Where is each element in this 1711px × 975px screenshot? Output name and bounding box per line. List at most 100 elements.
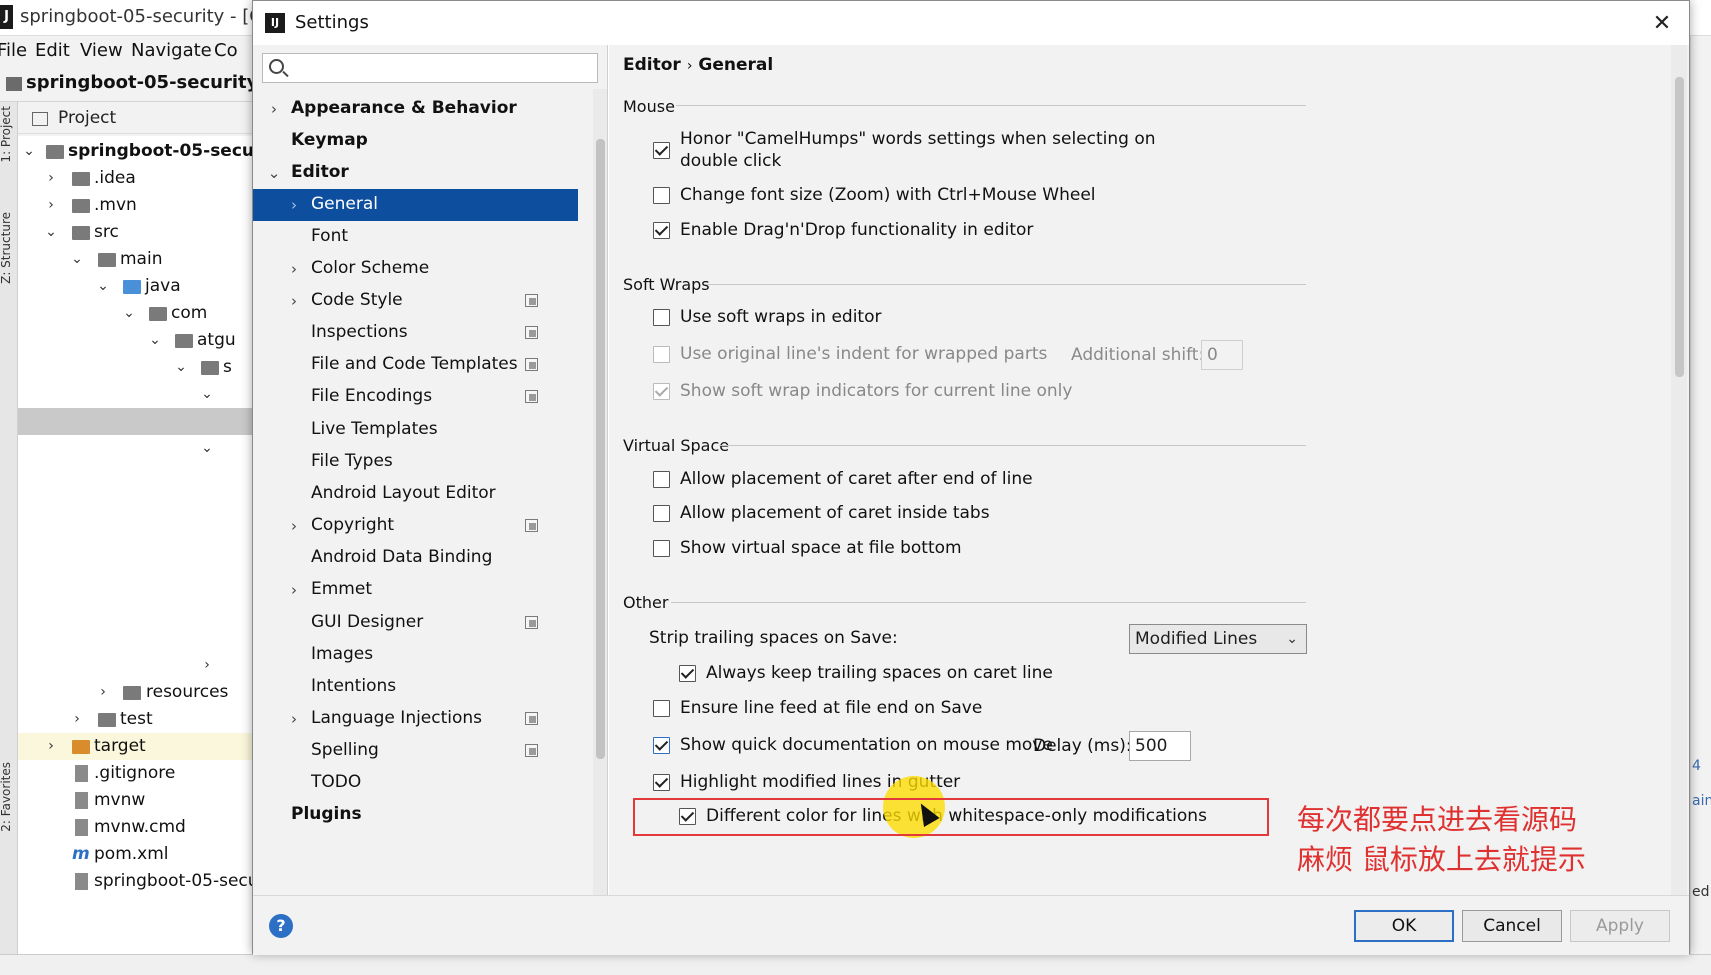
tree-row-collapsed-3[interactable]: › [18, 652, 260, 679]
content-scrollbar[interactable] [1671, 45, 1687, 895]
tree-item-intentions[interactable]: Intentions [253, 671, 593, 703]
delay-field[interactable]: 500 [1129, 731, 1191, 761]
tree-row-mvnw-cmd[interactable]: mvnw.cmd [18, 814, 260, 841]
tree-item-live-templates[interactable]: Live Templates [253, 414, 593, 446]
edge-text-1: 4 [1692, 758, 1701, 774]
chevron-right-icon: › [271, 100, 277, 118]
cancel-button[interactable]: Cancel [1462, 910, 1562, 942]
tree-row-iml[interactable]: springboot-05-security.iml [18, 868, 260, 895]
tab-project[interactable]: 1: Project [0, 106, 19, 163]
checkbox-icon[interactable] [653, 774, 670, 791]
project-settings-icon [525, 358, 538, 371]
tree-item-font[interactable]: Font [253, 221, 593, 253]
tree-item-file-encodings[interactable]: File Encodings [253, 381, 593, 413]
checkbox-icon[interactable] [653, 700, 670, 717]
menu-file[interactable]: File [0, 40, 27, 61]
tree-item-gui-designer[interactable]: GUI Designer [253, 607, 593, 639]
checkbox-icon[interactable] [653, 505, 670, 522]
tree-item-images[interactable]: Images [253, 639, 593, 671]
tree-row-pom[interactable]: m pom.xml [18, 841, 260, 868]
menu-navigate[interactable]: Navigate [131, 40, 212, 61]
help-button[interactable]: ? [269, 914, 293, 938]
menu-view[interactable]: View [80, 40, 123, 61]
tree-item-keymap[interactable]: Keymap [253, 125, 593, 157]
tree-row-test[interactable]: › test [18, 706, 260, 733]
project-settings-icon [525, 616, 538, 629]
intellij-logo-icon: J [0, 5, 13, 29]
ok-button[interactable]: OK [1354, 910, 1454, 942]
tree-item-color-scheme[interactable]: › Color Scheme [253, 253, 593, 285]
tree-item-plugins[interactable]: Plugins [253, 799, 593, 831]
project-settings-icon [525, 326, 538, 339]
section-title-virtual-space: Virtual Space [623, 436, 730, 455]
nav-project-name[interactable]: springboot-05-security [26, 72, 258, 93]
project-settings-icon [525, 519, 538, 532]
tree-scrollbar-thumb[interactable] [596, 139, 605, 759]
tree-item-android-data-binding[interactable]: Android Data Binding [253, 542, 593, 574]
tab-favorites[interactable]: 2: Favorites [0, 762, 19, 832]
tree-item-file-code-templates[interactable]: File and Code Templates [253, 349, 593, 381]
content-scrollbar-thumb[interactable] [1675, 77, 1684, 377]
tree-row-com[interactable]: ⌄ com [18, 300, 260, 327]
dialog-title: Settings [295, 12, 369, 33]
project-settings-icon [525, 712, 538, 725]
menu-code[interactable]: Co [214, 40, 238, 61]
tree-row-collapsed-1[interactable]: ⌄ [18, 381, 260, 408]
close-button[interactable]: ✕ [1647, 9, 1677, 39]
checkbox-icon[interactable] [653, 187, 670, 204]
tree-item-code-style[interactable]: › Code Style [253, 285, 593, 317]
tree-scrollbar[interactable] [593, 89, 607, 895]
ide-bottom-toolbar [0, 954, 1711, 975]
tree-row-src[interactable]: ⌄ src [18, 219, 260, 246]
search-field[interactable] [262, 53, 598, 83]
strip-trailing-select[interactable]: Modified Lines ⌄ [1129, 624, 1307, 654]
annotation-box [633, 798, 1269, 836]
tree-row-target[interactable]: › target [18, 733, 260, 760]
checkbox-icon[interactable] [653, 540, 670, 557]
tree-item-file-types[interactable]: File Types [253, 446, 593, 478]
tree-item-language-injections[interactable]: › Language Injections [253, 703, 593, 735]
apply-button[interactable]: Apply [1570, 910, 1670, 942]
additional-shift-label: Additional shift: [1071, 345, 1205, 365]
dialog-footer: ? OK Cancel Apply [253, 895, 1689, 955]
tree-row-root[interactable]: ⌄ springboot-05-secur [18, 138, 260, 165]
tree-row-main[interactable]: ⌄ main [18, 246, 260, 273]
tree-item-emmet[interactable]: › Emmet [253, 574, 593, 606]
tool-window-strip: 1: Project Z: Structure 2: Favorites [0, 102, 18, 972]
checkbox-icon[interactable] [653, 471, 670, 488]
tree-row-subpackage[interactable]: ⌄ s [18, 354, 260, 381]
tree-row-idea[interactable]: › .idea [18, 165, 260, 192]
tree-item-spelling[interactable]: Spelling [253, 735, 593, 767]
tree-item-editor[interactable]: ⌄ Editor [253, 157, 593, 189]
checkbox-icon[interactable] [653, 309, 670, 326]
checkbox-icon[interactable] [679, 665, 696, 682]
tree-row-collapsed-2[interactable]: ⌄ [18, 435, 260, 462]
menu-edit[interactable]: Edit [35, 40, 70, 61]
project-settings-icon [525, 390, 538, 403]
tree-item-copyright[interactable]: › Copyright [253, 510, 593, 542]
checkbox-icon[interactable] [653, 346, 670, 363]
checkbox-icon[interactable] [653, 383, 670, 400]
tree-item-general[interactable]: › General [253, 189, 578, 221]
checkbox-icon[interactable] [653, 142, 670, 159]
tree-item-appearance[interactable]: › Appearance & Behavior [253, 93, 593, 125]
tree-row-atguigu[interactable]: ⌄ atgu [18, 327, 260, 354]
tree-row-selected[interactable] [18, 408, 260, 435]
checkbox-icon[interactable] [653, 737, 670, 754]
tree-item-android-layout-editor[interactable]: Android Layout Editor [253, 478, 593, 510]
section-divider [671, 602, 1306, 603]
tree-row-mvn[interactable]: › .mvn [18, 192, 260, 219]
tree-row-resources[interactable]: › resources [18, 679, 260, 706]
tree-row-mvnw[interactable]: mvnw [18, 787, 260, 814]
tree-row-gitignore[interactable]: .gitignore [18, 760, 260, 787]
dialog-titlebar: IJ Settings ✕ [253, 1, 1689, 45]
project-panel-title[interactable]: Project [58, 108, 116, 128]
edge-text-3: ed [1692, 884, 1710, 900]
search-input[interactable] [291, 56, 591, 80]
tree-row-java[interactable]: ⌄ java [18, 273, 260, 300]
tree-item-inspections[interactable]: Inspections [253, 317, 593, 349]
additional-shift-field[interactable]: 0 [1201, 340, 1243, 370]
tab-structure[interactable]: Z: Structure [0, 212, 19, 284]
tree-item-todo[interactable]: TODO [253, 767, 593, 799]
checkbox-icon[interactable] [653, 222, 670, 239]
